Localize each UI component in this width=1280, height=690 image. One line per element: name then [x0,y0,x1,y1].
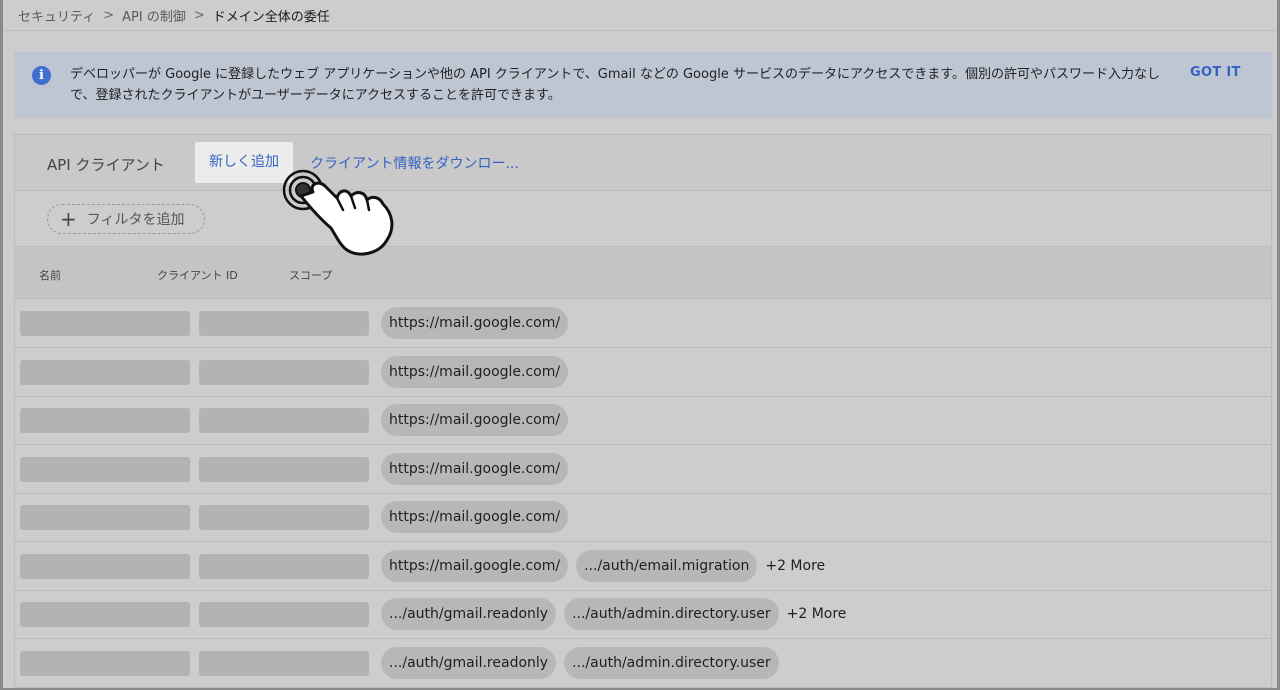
client-id-placeholder [199,359,369,385]
client-name-placeholder [20,456,190,482]
client-name-placeholder [20,650,190,676]
table-row[interactable]: .../auth/gmail.readonly .../auth/admin.di… [15,639,1271,688]
client-name-placeholder [20,311,190,336]
scope-list: https://mail.google.com/ [381,501,569,533]
scope-list: https://mail.google.com/.../auth/email.m… [381,549,825,582]
card-title: API クライアント [47,156,165,174]
column-header-scope[interactable]: スコープ [289,267,332,283]
table-header: 名前 クライアント ID スコープ [15,247,1271,299]
pointer-hand-icon [282,169,394,256]
scope-chip: https://mail.google.com/ [381,501,569,533]
table-row[interactable]: https://mail.google.com/ [15,348,1271,397]
more-scopes-link[interactable]: +2 More [765,558,825,574]
client-name-placeholder [20,408,190,433]
scope-list: https://mail.google.com/ [381,355,569,388]
table-row[interactable]: https://mail.google.com/ [15,299,1271,348]
client-id-placeholder [199,602,369,627]
table-row[interactable]: .../auth/gmail.readonly .../auth/admin.di… [15,590,1271,639]
client-id-placeholder [199,553,369,579]
scope-chip: .../auth/admin.directory.user [564,646,779,679]
info-banner: i デベロッパーが Google に登録したウェブ アプリケーションや他の AP… [14,52,1272,118]
scope-chip: https://mail.google.com/ [381,355,569,388]
scope-list: .../auth/gmail.readonly .../auth/admin.di… [381,646,779,679]
table-row[interactable]: https://mail.google.com/ [15,445,1271,494]
client-id-placeholder [199,311,369,336]
table-row[interactable]: https://mail.google.com/.../auth/email.m… [15,542,1271,591]
scope-list: .../auth/gmail.readonly .../auth/admin.di… [381,598,846,630]
client-name-placeholder [20,553,190,579]
breadcrumb-divider [3,30,1277,31]
breadcrumb-separator: > [193,7,205,23]
scope-chip: https://mail.google.com/ [381,452,569,485]
filter-bar: + フィルタを追加 [15,191,1271,247]
client-id-placeholder [199,650,369,676]
table-row[interactable]: https://mail.google.com/ [15,493,1271,542]
more-scopes-link[interactable]: +2 More [787,606,847,622]
client-name-placeholder [20,505,190,530]
add-filter-label: フィルタを追加 [86,212,185,228]
card-toolbar: API クライアント 新しく追加 クライアント情報をダウンロー... [15,135,1271,191]
got-it-button[interactable]: GOT IT [1190,65,1241,80]
scope-list: https://mail.google.com/ [381,404,569,436]
scope-chip: https://mail.google.com/ [381,549,569,582]
scope-chip: .../auth/email.migration [576,549,758,582]
client-id-placeholder [199,505,369,530]
client-name-placeholder [20,602,190,627]
breadcrumb-separator: > [103,7,115,23]
info-icon: i [32,66,51,85]
info-banner-text: デベロッパーが Google に登録したウェブ アプリケーションや他の API … [70,67,1160,103]
scope-list: https://mail.google.com/ [381,307,569,339]
api-clients-card: API クライアント 新しく追加 クライアント情報をダウンロー... + フィル… [14,134,1272,688]
client-id-placeholder [199,456,369,482]
breadcrumb-current: ドメイン全体の委任 [212,9,330,25]
column-header-client-id[interactable]: クライアント ID [157,267,238,283]
table-row[interactable]: https://mail.google.com/ [15,396,1271,445]
page-frame: セキュリティ > API の制御 > ドメイン全体の委任 i デベロッパーが G… [3,0,1277,688]
scope-list: https://mail.google.com/ [381,452,569,485]
breadcrumb-api-controls[interactable]: API の制御 [122,6,186,25]
client-name-placeholder [20,359,190,385]
breadcrumb-security[interactable]: セキュリティ [18,6,95,25]
scope-chip: https://mail.google.com/ [381,404,569,436]
scope-chip: .../auth/gmail.readonly [381,598,557,630]
client-id-placeholder [199,408,369,433]
scope-chip: .../auth/admin.directory.user [564,598,779,630]
scope-chip: https://mail.google.com/ [381,307,569,339]
plus-icon: + [60,207,77,231]
breadcrumb: セキュリティ > API の制御 > ドメイン全体の委任 [18,4,330,26]
add-filter-button[interactable]: + フィルタを追加 [47,204,205,234]
scope-chip: .../auth/gmail.readonly [381,646,557,679]
column-header-name[interactable]: 名前 [39,267,61,283]
